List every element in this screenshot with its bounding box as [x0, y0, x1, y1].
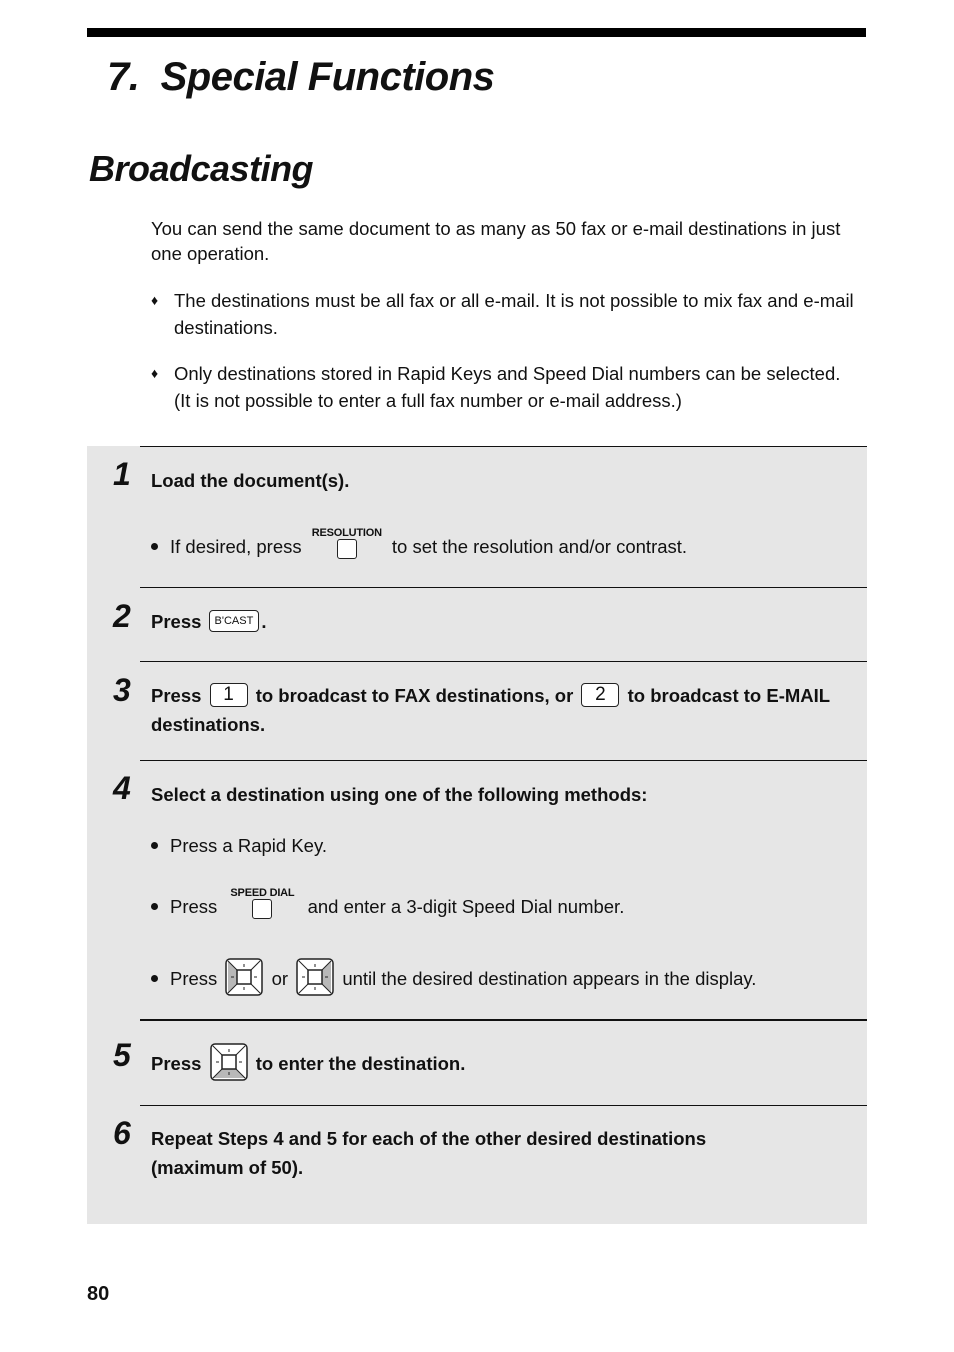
diamond-bullet-icon: ♦ [151, 365, 159, 381]
step-6-text: Repeat Steps 4 and 5 for each of the oth… [151, 1128, 707, 1178]
step-divider [140, 1019, 867, 1021]
chapter-header-rule [87, 28, 866, 37]
left-arrow-key-icon [225, 958, 264, 996]
step-divider [140, 661, 867, 662]
step-divider [140, 587, 867, 588]
step-divider [140, 446, 867, 447]
bullet-dot-icon [151, 841, 158, 849]
step-number: 4 [113, 770, 131, 806]
intro-paragraph: You can send the same document to as man… [151, 218, 841, 264]
step-number: 5 [113, 1037, 131, 1073]
step-4-text: Select a destination using one of the fo… [151, 784, 648, 805]
note-item: ♦ The destinations must be all fax or al… [151, 287, 861, 341]
note-item: ♦ Only destinations stored in Rapid Keys… [151, 360, 861, 414]
section-title: Broadcasting [89, 148, 314, 189]
step-2-text: Press B'CAST. [151, 610, 267, 633]
note-text: The destinations must be all fax or all … [174, 290, 854, 338]
step-4-bullet: Press a Rapid Key. [151, 833, 327, 858]
speed-dial-key-icon: SPEED DIAL [222, 887, 302, 921]
bullet-dot-icon [151, 902, 158, 910]
step-number: 6 [113, 1115, 131, 1151]
step-4-bullet: Press SPEED DIAL and enter a 3-digit Spe… [151, 887, 624, 921]
step-divider [140, 1105, 867, 1106]
key-1-icon: 1 [209, 683, 248, 708]
enter-key-icon [209, 1043, 248, 1081]
right-arrow-key-icon [296, 958, 334, 996]
step-number: 1 [113, 456, 131, 492]
step-divider [140, 760, 867, 761]
resolution-key-icon: RESOLUTION [307, 527, 387, 561]
page-number: 80 [87, 1283, 110, 1305]
step-4-bullet: Press or until the desired destination a… [151, 958, 756, 999]
step-number: 3 [113, 672, 131, 708]
chapter-title: 7. Special Functions [107, 55, 495, 99]
key-2-icon: 2 [581, 683, 620, 708]
step-number: 2 [113, 598, 131, 634]
step-1-bullet: If desired, press RESOLUTION to set the … [151, 527, 687, 561]
bcast-key-icon: B'CAST [208, 610, 260, 633]
diamond-bullet-icon: ♦ [151, 292, 159, 308]
step-5-text: Press to enter the destination. [151, 1043, 851, 1084]
note-text: Only destinations stored in Rapid Keys a… [174, 363, 841, 411]
bullet-dot-icon [151, 974, 158, 982]
bullet-dot-icon [151, 542, 158, 550]
step-1-text: Load the document(s). [151, 470, 350, 491]
step-3-text: Press 1 to broadcast to FAX destinations… [151, 683, 830, 735]
